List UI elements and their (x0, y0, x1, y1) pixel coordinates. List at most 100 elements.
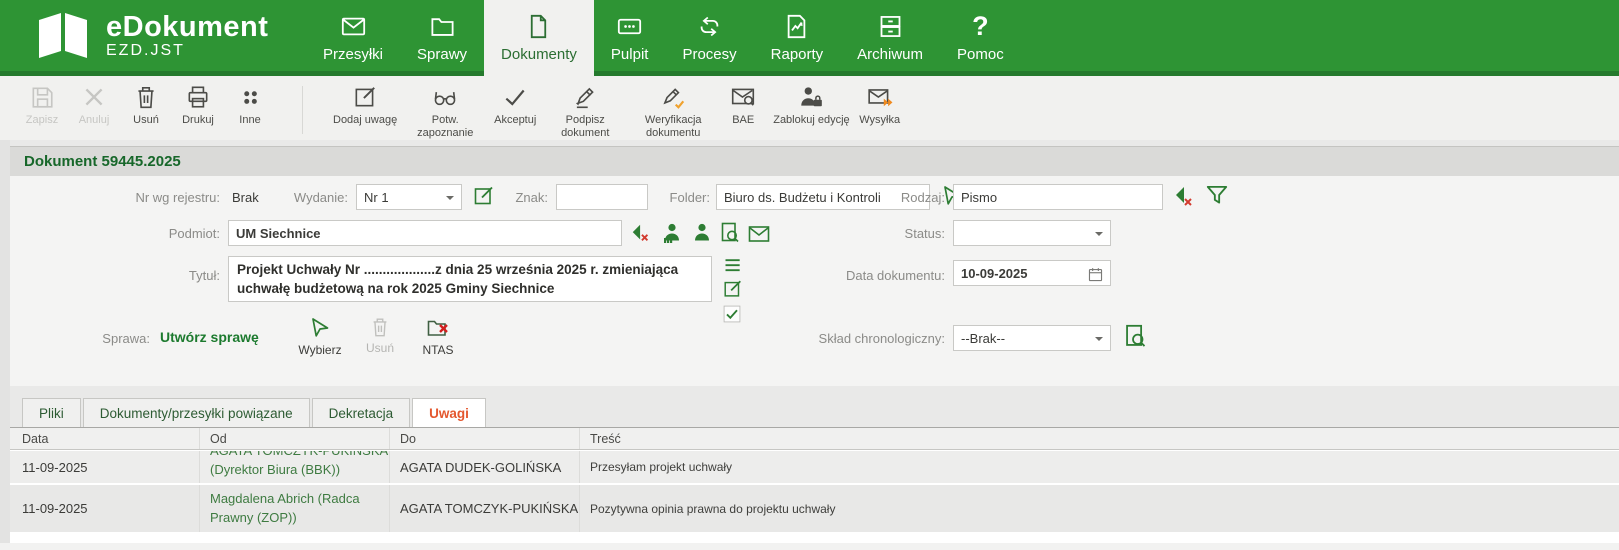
nav-item-sprawy[interactable]: Sprawy (400, 0, 484, 76)
podmiot-label: Podmiot: (20, 226, 220, 241)
tab-uwagi[interactable]: Uwagi (412, 398, 486, 427)
column-header-tresc[interactable]: Treść (580, 428, 1619, 449)
envelope-send-icon (867, 84, 893, 110)
ntas-label: NTAS (422, 343, 453, 357)
nav-item-pomoc[interactable]: ? Pomoc (940, 0, 1021, 76)
nr-wg-rejestru-label: Nr wg rejestru: (20, 190, 220, 205)
lock-editing-button[interactable]: Zablokuj edycję (773, 84, 849, 127)
row-to: AGATA DUDEK-GOLIŃSKA (390, 451, 580, 483)
tab-pliki[interactable]: Pliki (22, 398, 81, 427)
document-toolbar: Zapisz Anuluj Usuń Drukuj Inne Dodaj uwa… (0, 76, 1619, 140)
envelope-search-icon (730, 84, 756, 110)
report-chart-icon (783, 13, 810, 40)
save-button[interactable]: Zapisz (20, 84, 64, 127)
user-org-icon[interactable] (660, 221, 684, 245)
folder-remove-icon (425, 316, 451, 340)
cancel-x-icon (81, 84, 107, 110)
rodzaj-back-remove-icon[interactable] (1172, 184, 1196, 208)
more-button[interactable]: Inne (228, 84, 272, 127)
wydanie-select[interactable]: Nr 1 (356, 184, 462, 210)
data-dokumentu-label: Data dokumentu: (785, 268, 945, 283)
sklad-value: --Brak-- (961, 331, 1005, 346)
create-case-link[interactable]: Utwórz sprawę (160, 329, 259, 345)
add-note-button[interactable]: Dodaj uwagę (333, 84, 397, 127)
bae-button[interactable]: BAE (721, 84, 765, 127)
nav-item-przesylki[interactable]: Przesyłki (306, 0, 400, 76)
folder-label: Folder: (652, 190, 710, 205)
menu-lines-icon[interactable] (722, 256, 744, 276)
sklad-document-search-icon[interactable] (1122, 323, 1149, 350)
trash-icon (133, 84, 159, 110)
tool-label: Usuń (133, 114, 159, 127)
tab-dekretacja[interactable]: Dekretacja (312, 398, 411, 427)
ntas-button[interactable]: NTAS (410, 316, 466, 357)
column-header-data[interactable]: Data (10, 428, 200, 449)
tool-label: Anuluj (79, 114, 110, 127)
row-date: 11-09-2025 (10, 451, 200, 483)
print-button[interactable]: Drukuj (176, 84, 220, 127)
document-search-icon[interactable] (718, 221, 742, 245)
sklad-select[interactable]: --Brak-- (953, 325, 1111, 351)
rodzaj-filter-icon[interactable] (1204, 182, 1230, 208)
nav-label: Raporty (771, 46, 824, 63)
document-header-bar: Dokument 59445.2025 (10, 146, 1619, 176)
left-gutter (0, 140, 10, 550)
chevron-down-icon (1095, 232, 1103, 240)
pen-check-icon (660, 84, 686, 110)
podmiot-input[interactable]: UM Siechnice (228, 220, 622, 246)
tool-label: Inne (239, 114, 260, 127)
calendar-icon[interactable] (1087, 266, 1104, 283)
document-form: Nr wg rejestru: Brak Wydanie: Nr 1 Znak:… (10, 176, 1619, 386)
podmiot-back-remove-icon[interactable] (630, 222, 652, 244)
question-mark-icon: ? (972, 13, 989, 40)
nav-label: Sprawy (417, 46, 467, 63)
remove-case-button[interactable]: Usuń (355, 316, 405, 355)
dispatch-button[interactable]: Wysyłka (858, 84, 902, 127)
nav-item-raporty[interactable]: Raporty (754, 0, 841, 76)
nav-item-pulpit[interactable]: Pulpit (594, 0, 666, 76)
row-from-line1: AGATA TOMCZYK-PUKIŃSKA (210, 451, 389, 460)
check-square-icon[interactable] (722, 304, 742, 324)
tytul-textarea[interactable]: Projekt Uchwały Nr ...................z … (228, 256, 712, 302)
user-icon[interactable] (690, 221, 714, 245)
table-row[interactable]: 11-09-2025 AGATA TOMCZYK-PUKIŃSKA (Dyrek… (10, 451, 1619, 483)
folder-icon (429, 13, 456, 40)
sign-document-button[interactable]: Podpisz dokument (545, 84, 625, 139)
nav-item-procesy[interactable]: Procesy (665, 0, 753, 76)
envelope-green-icon[interactable] (746, 222, 772, 246)
tab-dokumenty-przesylki-powiazane[interactable]: Dokumenty/przesyłki powiązane (83, 398, 310, 427)
row-from-line1: Magdalena Abrich (Radca (210, 489, 389, 508)
znak-input[interactable] (556, 184, 648, 210)
nav-item-dokumenty[interactable]: Dokumenty (484, 0, 594, 76)
delete-button[interactable]: Usuń (124, 84, 168, 127)
sprawa-label: Sprawa: (20, 331, 150, 346)
main-menu: Przesyłki Sprawy Dokumenty Pulpit Proces… (306, 0, 1021, 76)
app-logo[interactable]: eDokument EZD.JST (34, 10, 268, 62)
status-select[interactable] (953, 220, 1111, 246)
envelope-icon (340, 13, 367, 40)
open-book-logo-icon (34, 10, 92, 62)
document-title: Dokument 59445.2025 (24, 153, 181, 170)
confirm-read-button[interactable]: Potw. zapoznanie (405, 84, 485, 139)
edit-tytul-icon[interactable] (722, 278, 744, 300)
column-header-od[interactable]: Od (200, 428, 390, 449)
tab-label: Dekretacja (329, 406, 394, 421)
tab-label: Pliki (39, 406, 64, 421)
data-dokumentu-input[interactable]: 10-09-2025 (953, 260, 1111, 286)
accept-button[interactable]: Akceptuj (493, 84, 537, 127)
choose-case-label: Wybierz (298, 343, 341, 357)
verify-document-button[interactable]: Weryfikacja dokumentu (633, 84, 713, 139)
brand-title: eDokument (106, 12, 268, 42)
rodzaj-input[interactable]: Pismo (953, 184, 1163, 210)
column-header-do[interactable]: Do (390, 428, 580, 449)
choose-case-button[interactable]: Wybierz (288, 316, 352, 357)
top-navigation: eDokument EZD.JST Przesyłki Sprawy Dokum… (0, 0, 1619, 76)
nav-label: Pulpit (611, 46, 649, 63)
dashboard-icon (616, 13, 643, 40)
table-row[interactable]: 11-09-2025 Magdalena Abrich (Radca Prawn… (10, 485, 1619, 532)
cancel-button[interactable]: Anuluj (72, 84, 116, 127)
tool-label: Drukuj (182, 114, 214, 127)
nav-item-archiwum[interactable]: Archiwum (840, 0, 940, 76)
nav-label: Pomoc (957, 46, 1004, 63)
trash-icon (369, 316, 391, 338)
